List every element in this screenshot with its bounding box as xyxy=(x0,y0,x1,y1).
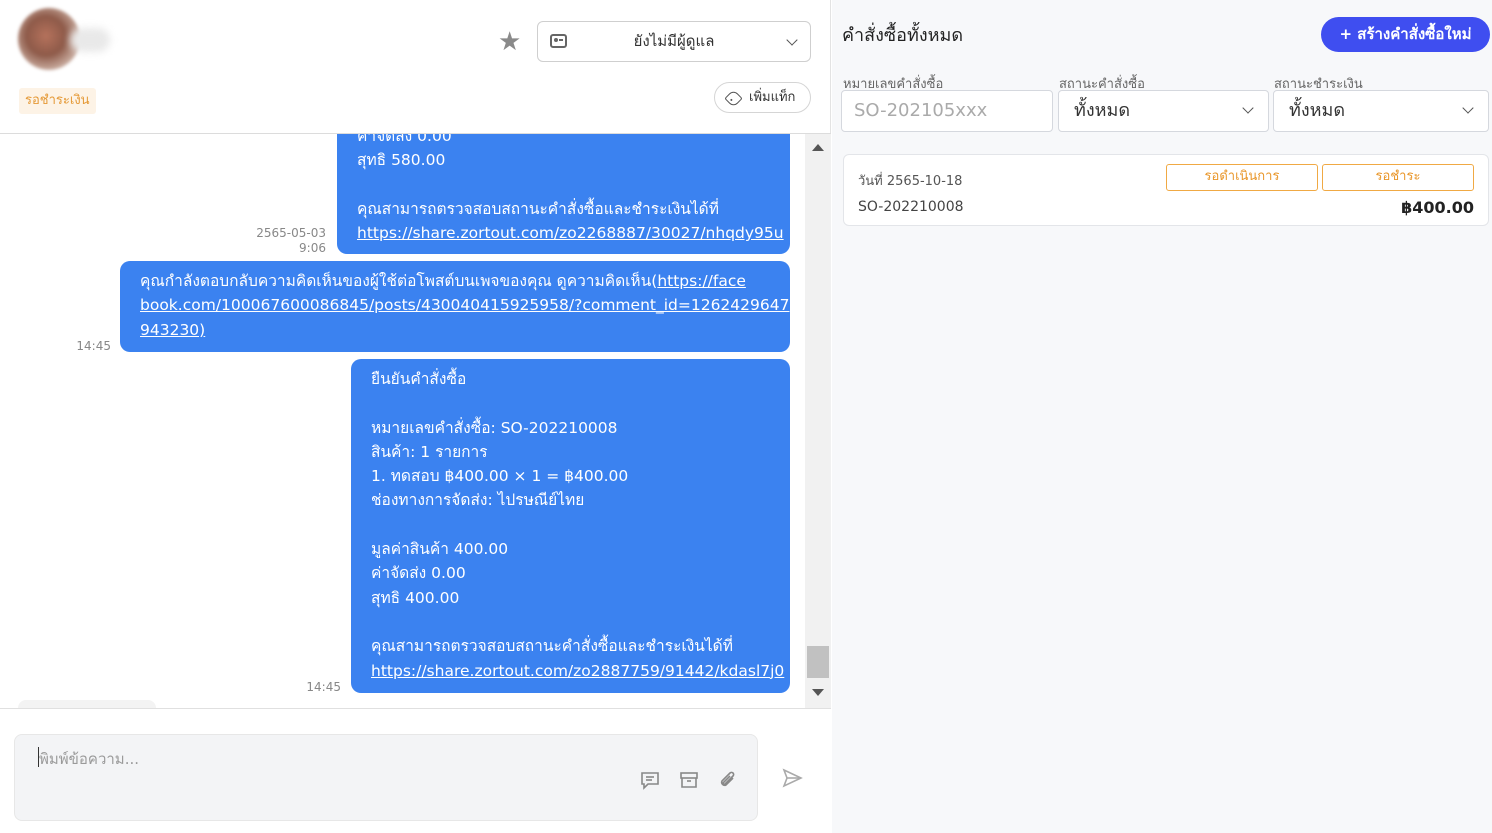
order-status-select[interactable]: ทั้งหมด xyxy=(1058,90,1269,132)
message-line xyxy=(371,391,770,415)
message-line: สินค้า: 1 รายการ xyxy=(371,442,488,461)
payment-status-select[interactable]: ทั้งหมด xyxy=(1273,90,1489,132)
order-number-input[interactable]: SO-202105xxx xyxy=(841,90,1053,132)
conversation-area: ค่าจัดส่ง 0.00 สุทธิ 580.00 คุณสามารถตรว… xyxy=(0,134,805,708)
comment-link[interactable]: book.com/100067600086845/posts/430040415… xyxy=(140,293,789,317)
customer-name-blurred xyxy=(70,28,110,52)
send-icon[interactable] xyxy=(781,767,803,789)
message-line: 1. ทดสอบ ฿400.00 × 1 = ฿400.00 xyxy=(371,467,629,486)
conversation-scrollbar[interactable] xyxy=(805,134,831,708)
message-line: สุทธิ 400.00 xyxy=(371,588,460,607)
order-status-tag: รอดำเนินการ xyxy=(1166,164,1318,191)
message-input[interactable]: พิมพ์ข้อความ... xyxy=(14,734,758,821)
message-input-placeholder: พิมพ์ข้อความ... xyxy=(39,750,139,768)
message-line xyxy=(371,610,770,634)
message-line: ช่องทางการจัดส่ง: ไปรษณีย์ไทย xyxy=(371,491,585,510)
message-timestamp: 2565-05-03 9:06 xyxy=(246,226,326,256)
scroll-down-arrow-icon[interactable] xyxy=(812,689,824,696)
message-line: ค่าจัดส่ง 0.00 xyxy=(357,134,452,145)
comment-link[interactable]: https://face xyxy=(657,272,746,290)
id-card-icon xyxy=(550,34,567,48)
payment-status-tag: รอชำระ xyxy=(1322,164,1474,191)
message-line xyxy=(371,513,770,537)
message-line: คุณสามารถตรวจสอบสถานะคำสั่งซื้อและชำระเง… xyxy=(371,637,733,656)
add-tag-button[interactable]: เพิ่มแท็ก xyxy=(714,82,811,113)
order-link[interactable]: https://share.zortout.com/zo2887759/9144… xyxy=(371,659,784,683)
order-link[interactable]: https://share.zortout.com/zo2268887/3002… xyxy=(357,221,784,245)
message-bubble: คุณกำลังตอบกลับความคิดเห็นของผู้ใช้ต่อโพ… xyxy=(120,261,790,352)
message-bubble: ยืนยันคำสั่งซื้อ หมายเลขคำสั่งซื้อ: SO-2… xyxy=(351,359,790,693)
chevron-down-icon xyxy=(1462,102,1474,114)
timestamp-time: 9:06 xyxy=(299,241,326,255)
composer-area: พิมพ์ข้อความ... xyxy=(0,708,831,833)
orders-title: คำสั่งซื้อทั้งหมด xyxy=(842,25,964,46)
order-date: วันที่ 2565-10-18 xyxy=(858,174,963,189)
message-text: คุณกำลังตอบกลับความคิดเห็นของผู้ใช้ต่อโพ… xyxy=(140,272,658,290)
chevron-down-icon xyxy=(1242,102,1254,114)
message-line: ยืนยันคำสั่งซื้อ xyxy=(371,370,467,388)
scroll-up-arrow-icon[interactable] xyxy=(812,144,824,151)
payment-status-value: ทั้งหมด xyxy=(1289,100,1346,121)
message-line: ค่าจัดส่ง 0.00 xyxy=(371,564,466,583)
tag-icon xyxy=(724,89,743,108)
attachment-icon[interactable] xyxy=(717,769,739,791)
payment-status-badge: รอชำระเงิน xyxy=(19,88,96,114)
assignee-select[interactable]: ยังไม่มีผู้ดูแล xyxy=(537,21,811,62)
message-line: คุณสามารถตรวจสอบสถานะคำสั่งซื้อและชำระเง… xyxy=(357,199,719,218)
message-line: สุทธิ 580.00 xyxy=(357,151,446,170)
message-timestamp: 14:45 xyxy=(76,339,111,353)
add-tag-label: เพิ่มแท็ก xyxy=(749,90,796,105)
archive-icon[interactable] xyxy=(678,769,700,791)
chat-pane: รอชำระเงิน ★ ยังไม่มีผู้ดูแล เพิ่มแท็ก ค… xyxy=(0,0,831,833)
message-line: คุณกำลังตอบกลับความคิดเห็นของผู้ใช้ต่อโพ… xyxy=(140,269,770,293)
message-line: มูลค่าสินค้า 400.00 xyxy=(371,540,509,559)
scrollbar-thumb[interactable] xyxy=(807,646,829,678)
message-bubble: ค่าจัดส่ง 0.00 สุทธิ 580.00 คุณสามารถตรว… xyxy=(337,134,790,254)
timestamp-date: 2565-05-03 xyxy=(256,226,326,240)
chat-header: รอชำระเงิน ★ ยังไม่มีผู้ดูแล เพิ่มแท็ก xyxy=(0,0,831,134)
message-timestamp: 14:45 xyxy=(306,680,341,694)
message-line xyxy=(357,173,770,197)
chevron-down-icon xyxy=(786,34,798,46)
assignee-label: ยังไม่มีผู้ดูแล xyxy=(633,32,715,50)
comment-link[interactable]: 943230) xyxy=(140,318,770,342)
order-amount: ฿400.00 xyxy=(1401,198,1474,217)
star-icon[interactable]: ★ xyxy=(498,28,526,56)
order-number: SO-202210008 xyxy=(858,199,964,215)
order-status-value: ทั้งหมด xyxy=(1074,100,1131,121)
message-line: หมายเลขคำสั่งซื้อ: SO-202210008 xyxy=(371,418,618,437)
message-bubble-partial xyxy=(18,700,156,708)
orders-pane: คำสั่งซื้อทั้งหมด + สร้างคำสั่งซื้อใหม่ … xyxy=(832,0,1492,833)
create-order-button[interactable]: + สร้างคำสั่งซื้อใหม่ xyxy=(1321,17,1490,52)
quick-reply-icon[interactable] xyxy=(639,769,661,791)
order-card[interactable]: วันที่ 2565-10-18 รอดำเนินการ รอชำระ SO-… xyxy=(843,154,1489,226)
